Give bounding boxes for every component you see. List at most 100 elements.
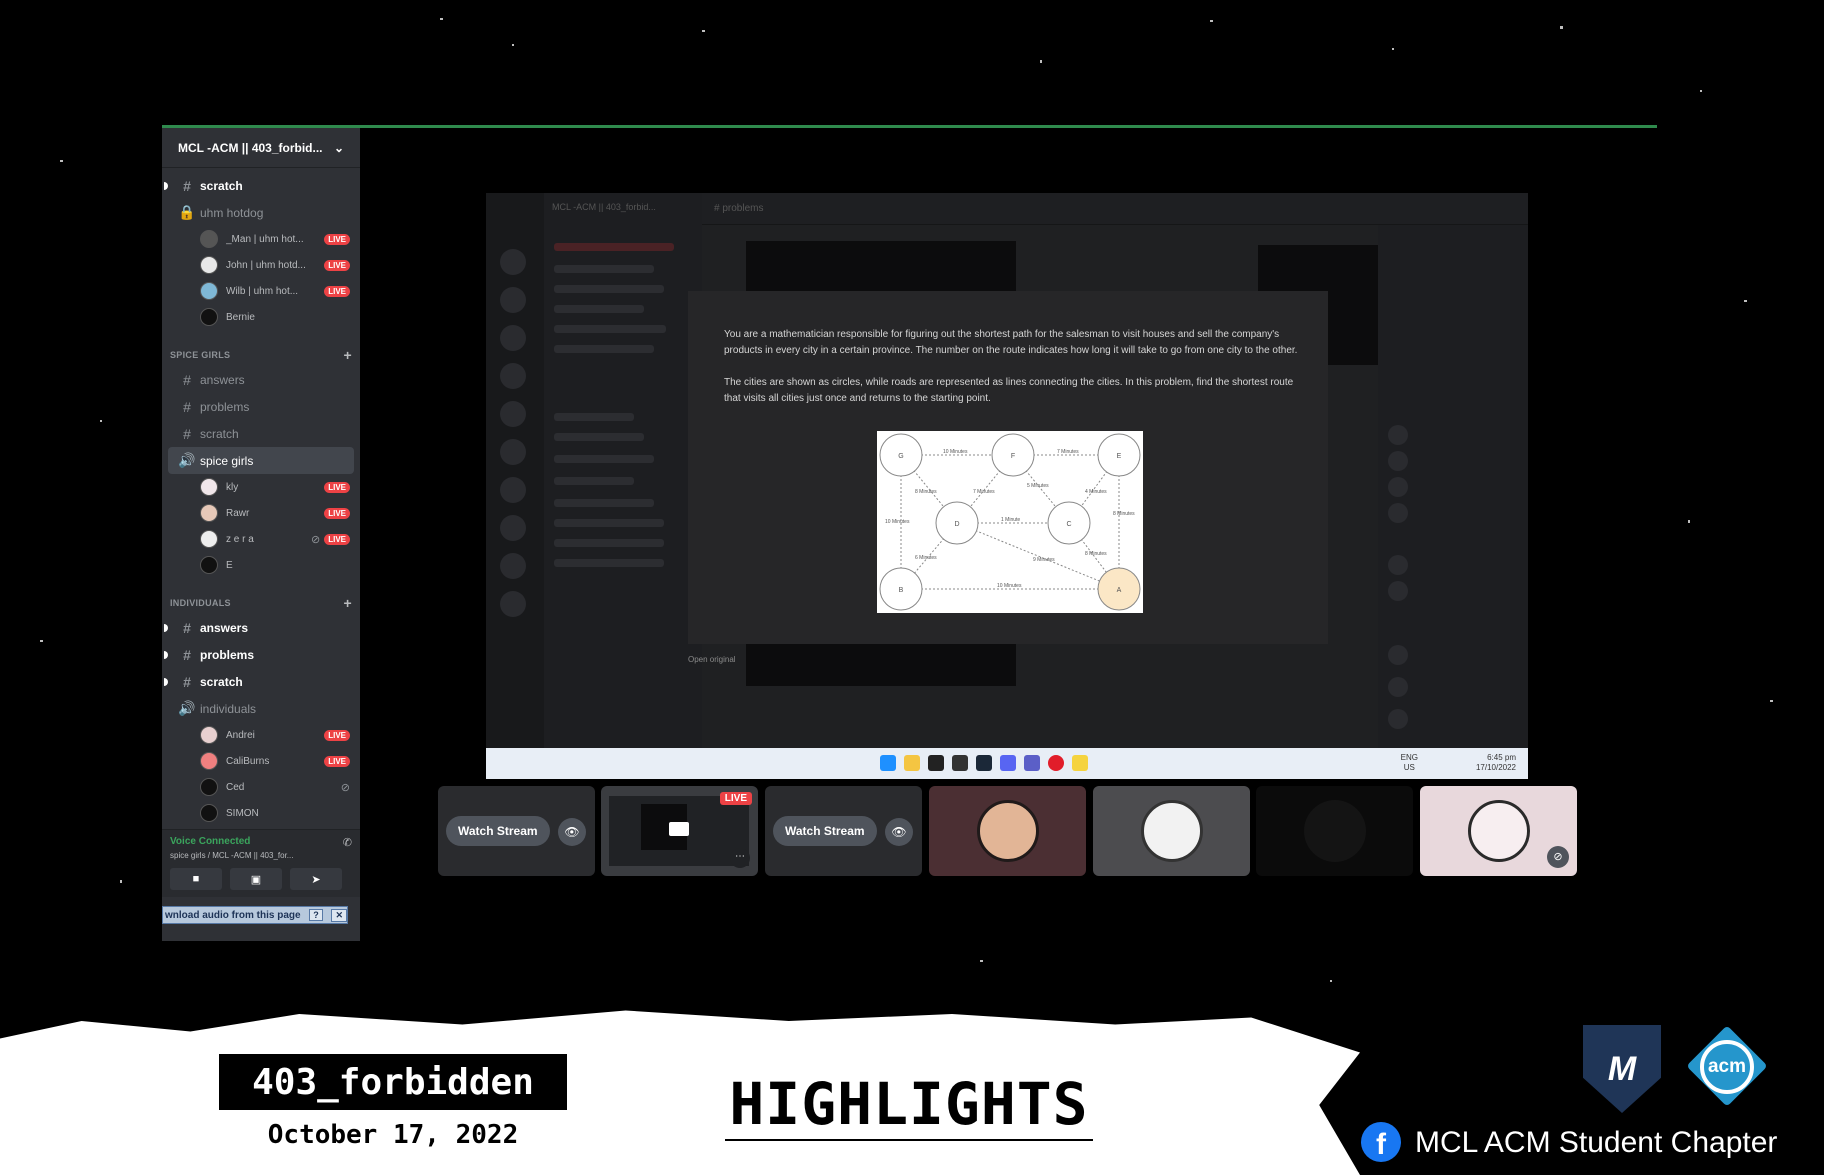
stream-tile[interactable]: Watch Stream 👁 [765, 786, 922, 876]
download-audio-text: wnload audio from this page [165, 909, 301, 921]
voice-user[interactable]: Rawr LIVE [162, 500, 360, 526]
image-preview-modal: You are a mathematician responsible for … [688, 291, 1328, 644]
live-badge: LIVE [324, 233, 350, 245]
edge-label: 8 Minutes [915, 489, 937, 495]
shared-channel-header: # problems [702, 193, 1528, 225]
voice-user[interactable]: Bernie [162, 304, 360, 330]
participant-tile[interactable]: ⊘ [1420, 786, 1577, 876]
close-icon[interactable]: ✕ [331, 908, 347, 922]
route-graph: 10 Minutes 7 Minutes 8 Minutes 7 Minutes… [877, 431, 1143, 613]
avatar [1303, 800, 1366, 862]
voice-user[interactable]: z e r a ⊘ LIVE [162, 526, 360, 552]
voice-user[interactable]: E [162, 552, 360, 578]
add-channel-icon[interactable]: + [344, 348, 352, 362]
teams-icon[interactable] [1024, 755, 1040, 771]
channel-problems[interactable]: # problems [162, 641, 360, 668]
facebook-icon: f [1361, 1122, 1401, 1162]
edge-label: 6 Minutes [915, 555, 937, 561]
sticky-notes-icon[interactable] [1072, 755, 1088, 771]
screen-share-view[interactable]: MCL -ACM || 403_forbid... # problems You… [486, 193, 1528, 779]
channel-scratch-top[interactable]: # scratch [162, 172, 360, 199]
channel-answers[interactable]: # answers [162, 614, 360, 641]
voice-user[interactable]: CaliBurns LIVE [162, 748, 360, 774]
avatar [200, 804, 218, 822]
server-header[interactable]: MCL -ACM || 403_forbid... ⌄ [162, 128, 360, 168]
hashtag-icon: # [183, 673, 191, 690]
live-badge: LIVE [324, 533, 350, 545]
edge-label: 8 Minutes [1085, 551, 1107, 557]
avatar [1140, 800, 1203, 862]
channel-scratch[interactable]: # scratch [162, 420, 360, 447]
channel-sidebar: MCL -ACM || 403_forbid... ⌄ # scratch 🔒 … [162, 128, 360, 941]
category-individuals[interactable]: INDIVIDUALS + [162, 586, 360, 614]
more-options-icon[interactable]: ⋯ [730, 848, 750, 868]
disconnect-icon[interactable]: ✆ [343, 836, 352, 849]
voice-channel-spice-girls[interactable]: 🔊 spice girls [168, 447, 354, 474]
help-icon[interactable]: ? [309, 909, 323, 921]
terminal-icon[interactable] [952, 755, 968, 771]
event-date: October 17, 2022 [267, 1120, 519, 1150]
screen-share-button[interactable]: ▣ [230, 868, 282, 890]
participant-tile[interactable] [1093, 786, 1250, 876]
open-original-link[interactable]: Open original [688, 655, 736, 664]
avatar [200, 556, 218, 574]
download-audio-bar[interactable]: wnload audio from this page ? ✕ [162, 906, 348, 924]
eye-icon[interactable]: 👁 [885, 818, 913, 846]
add-channel-icon[interactable]: + [344, 596, 352, 610]
voice-user[interactable]: _Man | uhm hot... LIVE [162, 226, 360, 252]
live-badge: LIVE [324, 507, 350, 519]
voice-user[interactable]: Andrei LIVE [162, 722, 360, 748]
chevron-down-icon: ⌄ [333, 140, 344, 155]
edge-label: 7 Minutes [1057, 449, 1079, 455]
lock-icon: 🔒 [178, 204, 196, 220]
brush-stroke-banner [0, 1010, 1360, 1175]
hashtag-icon: # [183, 398, 191, 415]
unread-indicator [164, 650, 168, 659]
voice-user[interactable]: John | uhm hotd... LIVE [162, 252, 360, 278]
channel-scratch[interactable]: # scratch [162, 668, 360, 695]
channel-label: uhm hotdog [200, 205, 264, 220]
windows-taskbar: ENG US 6:45 pm 17/10/2022 [486, 748, 1528, 779]
language-indicator[interactable]: ENG US [1401, 753, 1418, 773]
eye-icon[interactable]: 👁 [558, 818, 586, 846]
channel-label: answers [200, 620, 249, 635]
mic-muted-icon: ⊘ [340, 781, 350, 794]
participant-tile[interactable] [929, 786, 1086, 876]
avatar [200, 256, 218, 274]
user-name: Andrei [226, 729, 255, 741]
discord-icon[interactable] [1000, 755, 1016, 771]
avatar [976, 800, 1039, 862]
live-badge: LIVE [324, 285, 350, 297]
live-badge: LIVE [324, 259, 350, 271]
avatar [200, 530, 218, 548]
voice-user[interactable]: Wilb | uhm hot... LIVE [162, 278, 360, 304]
participant-tile[interactable] [1256, 786, 1413, 876]
channel-uhm-hotdog[interactable]: 🔒 uhm hotdog [162, 199, 360, 226]
epic-games-icon[interactable] [928, 755, 944, 771]
steam-icon[interactable] [976, 755, 992, 771]
windows-start-icon[interactable] [880, 755, 896, 771]
watch-stream-button[interactable]: Watch Stream [773, 816, 877, 846]
watch-stream-button[interactable]: Watch Stream [446, 816, 550, 846]
live-badge: LIVE [324, 481, 350, 493]
title-underline [725, 1139, 1093, 1141]
voice-user[interactable]: kly LIVE [162, 474, 360, 500]
voice-user[interactable]: SIMON [162, 800, 360, 826]
activity-button[interactable]: ➤ [290, 868, 342, 890]
stream-tile-live[interactable]: LIVE ⋯ [601, 786, 758, 876]
stream-tile[interactable]: Watch Stream 👁 [438, 786, 595, 876]
channel-problems[interactable]: # problems [162, 393, 360, 420]
acm-logo: acm [1700, 1040, 1754, 1094]
folder-icon[interactable] [904, 755, 920, 771]
channel-answers[interactable]: # answers [162, 366, 360, 393]
channel-label: problems [200, 399, 250, 414]
voice-channel-individuals[interactable]: 🔊 individuals [162, 695, 360, 722]
opera-icon[interactable] [1048, 755, 1064, 771]
edge-label: 7 Minutes [973, 489, 995, 495]
camera-button[interactable]: ■ [170, 868, 222, 890]
voice-user[interactable]: Ced ⊘ [162, 774, 360, 800]
category-spice-girls[interactable]: SPICE GIRLS + [162, 338, 360, 366]
channel-label: scratch [200, 426, 239, 441]
system-clock[interactable]: 6:45 pm 17/10/2022 [1476, 753, 1516, 773]
highlights-title: HIGHLIGHTS [729, 1070, 1089, 1138]
